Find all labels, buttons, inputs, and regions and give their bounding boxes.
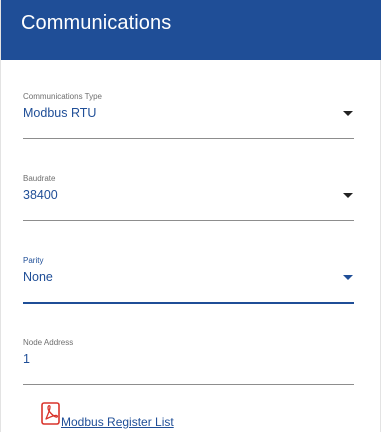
baudrate-value: 38400 xyxy=(23,188,58,202)
chevron-down-icon[interactable] xyxy=(343,193,353,198)
communications-type-label: Communications Type xyxy=(23,92,102,101)
communications-type-select[interactable]: Communications Type Modbus RTU xyxy=(23,92,354,139)
pdf-icon[interactable] xyxy=(41,402,61,426)
communications-type-value: Modbus RTU xyxy=(23,106,97,120)
panel-title: Communications xyxy=(21,12,172,34)
chevron-down-icon[interactable] xyxy=(343,111,353,116)
node-address-value[interactable]: 1 xyxy=(23,352,30,366)
baudrate-label: Baudrate xyxy=(23,174,56,183)
panel-header: Communications xyxy=(1,0,381,60)
parity-select[interactable]: Parity None xyxy=(23,256,354,304)
modbus-register-list-link[interactable]: Modbus Register List xyxy=(61,415,174,429)
parity-label: Parity xyxy=(23,256,44,265)
chevron-down-icon[interactable] xyxy=(343,275,353,280)
node-address-field[interactable]: Node Address 1 xyxy=(23,338,354,385)
parity-value: None xyxy=(23,270,53,284)
communications-panel: Communications Communications Type Modbu… xyxy=(0,0,381,432)
baudrate-select[interactable]: Baudrate 38400 xyxy=(23,174,354,221)
node-address-label: Node Address xyxy=(23,338,74,347)
